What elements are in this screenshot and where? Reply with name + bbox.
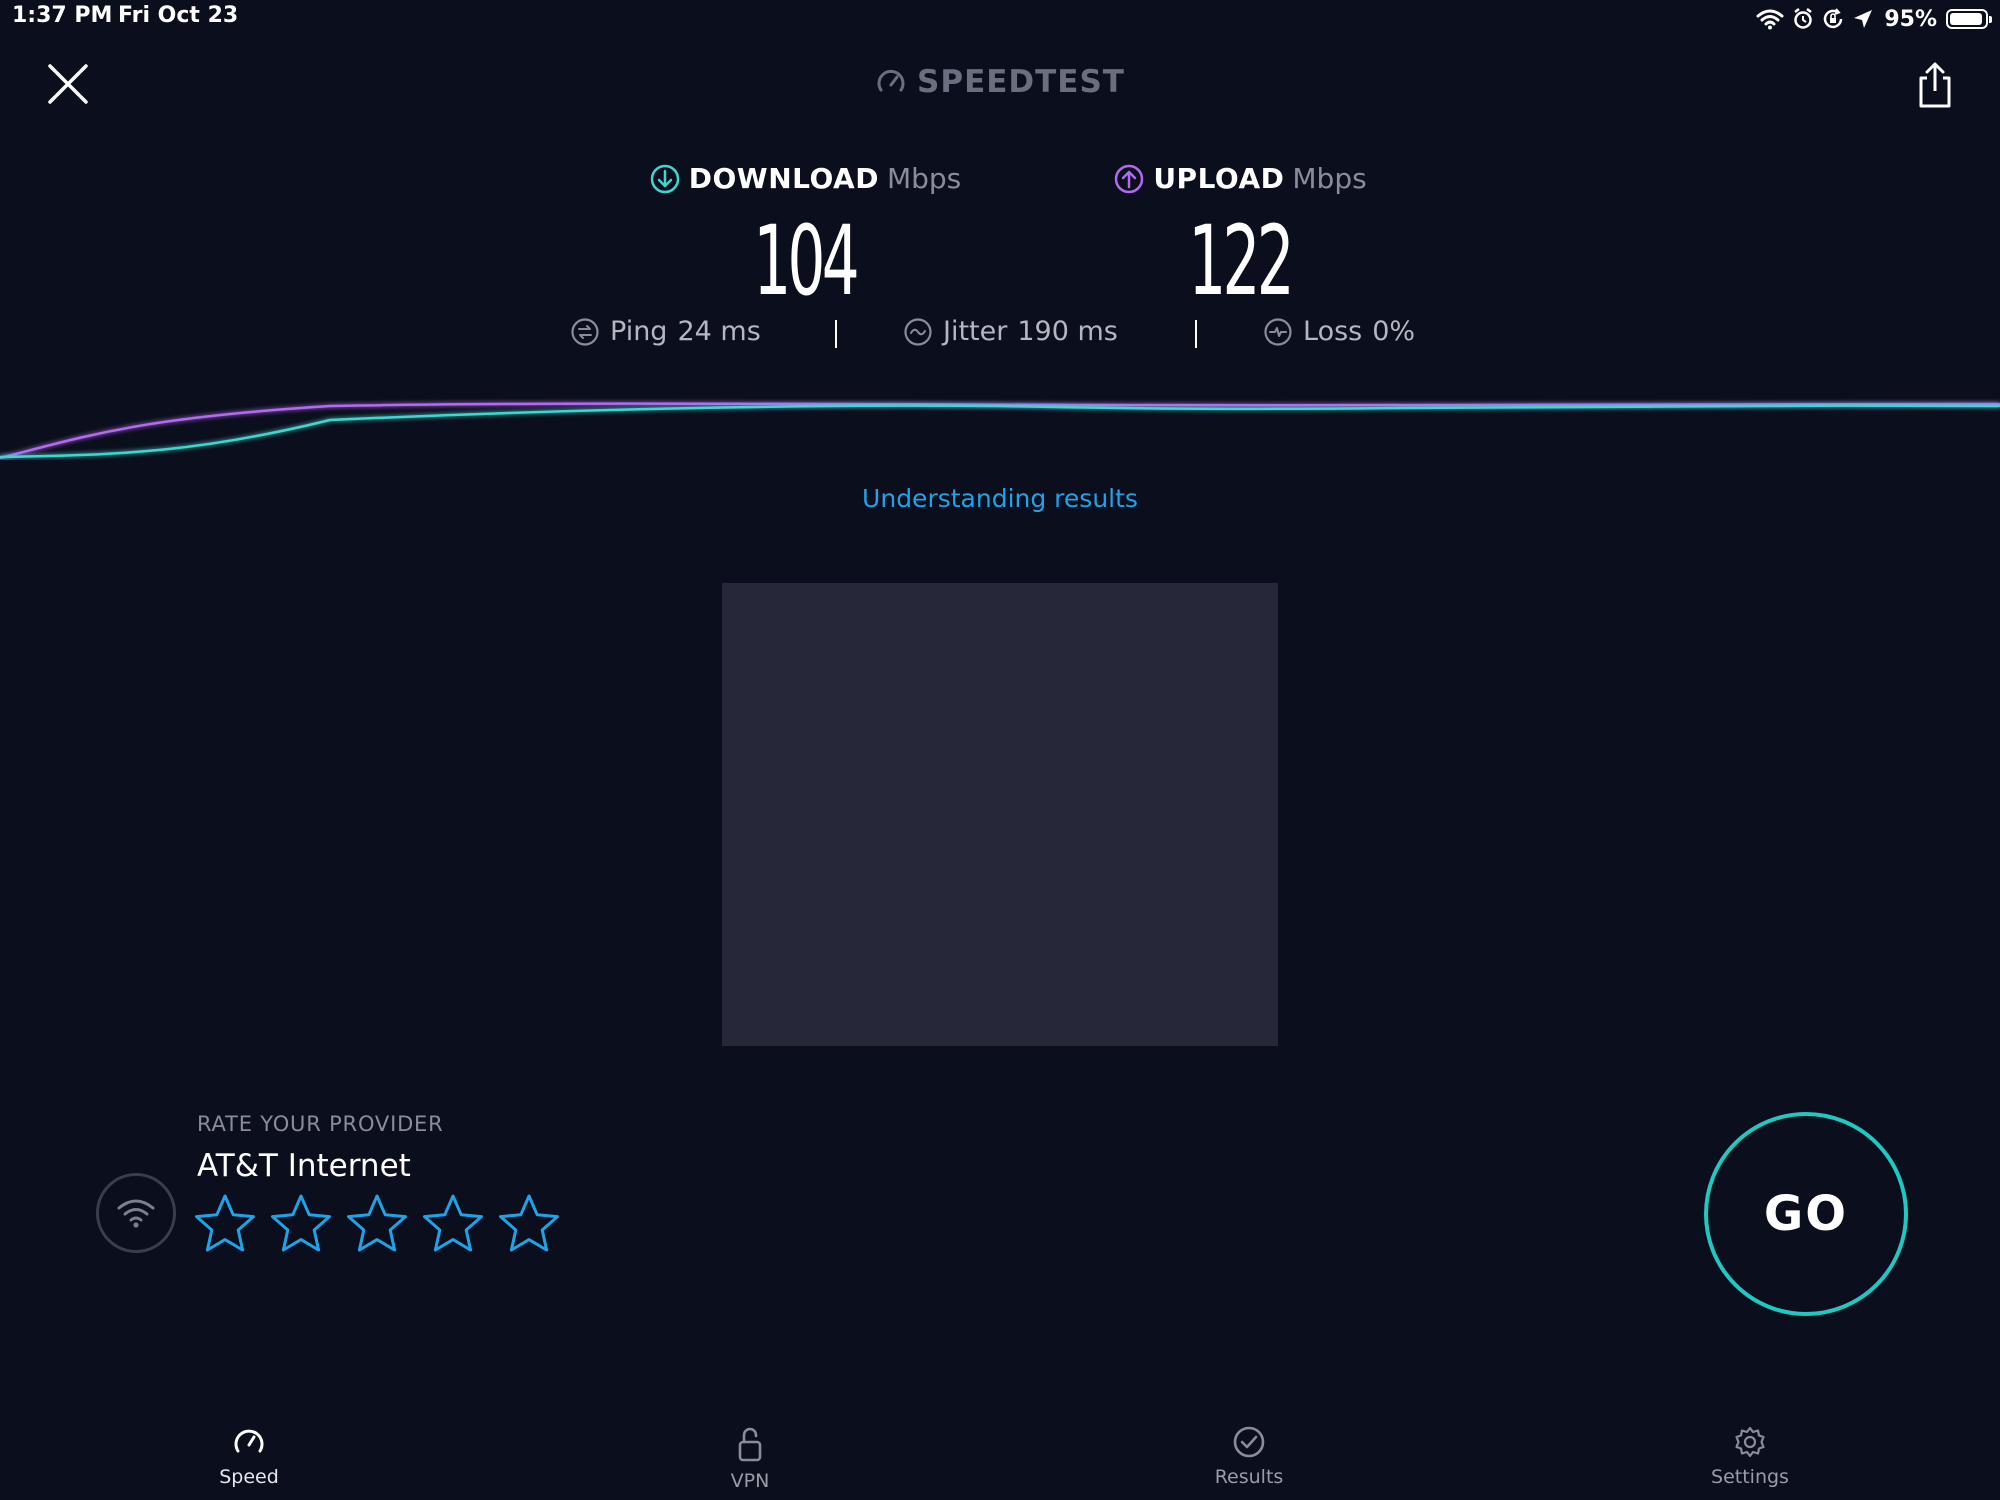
provider-name: AT&T Internet — [197, 1148, 411, 1184]
understanding-results-link[interactable]: Understanding results — [0, 484, 2000, 513]
checkmark-circle-icon — [1233, 1426, 1265, 1458]
unlock-icon — [738, 1427, 762, 1462]
ping-icon — [571, 317, 599, 346]
star-icon[interactable] — [345, 1192, 409, 1256]
star-icon[interactable] — [421, 1192, 485, 1256]
loss-value: 0% — [1372, 316, 1416, 347]
star-icon[interactable] — [497, 1192, 561, 1256]
speedometer-icon — [877, 69, 905, 92]
upload-metric: UPLOAD Mbps 122 — [1075, 162, 1405, 309]
ad-placeholder — [722, 583, 1278, 1046]
share-button[interactable] — [1912, 60, 1958, 110]
tab-label: VPN — [730, 1470, 770, 1492]
gear-icon — [1735, 1426, 1765, 1458]
upload-label: UPLOAD — [1153, 162, 1285, 195]
download-graph-line — [0, 404, 2000, 459]
go-button[interactable]: GO — [1704, 1112, 1908, 1316]
battery-nub — [1989, 16, 1992, 23]
tab-speed[interactable]: Speed — [149, 1424, 349, 1488]
status-icons: 95% — [1756, 2, 1992, 36]
loss-label: Loss — [1303, 316, 1363, 347]
alarm-icon — [1793, 8, 1813, 30]
tab-label: Results — [1214, 1466, 1284, 1488]
battery-fill — [1950, 13, 1983, 25]
status-bar: 1:37 PM Fri Oct 23 95% — [0, 0, 2000, 40]
upload-value: 122 — [1188, 205, 1295, 317]
jitter-value: 190 ms — [1017, 316, 1118, 347]
tab-bar: Speed VPN Results Settings — [0, 1410, 2000, 1500]
status-time: 1:37 PM — [12, 3, 113, 28]
star-icon[interactable] — [269, 1192, 333, 1256]
upload-unit: Mbps — [1292, 162, 1367, 195]
tab-label: Settings — [1711, 1466, 1789, 1488]
download-metric: DOWNLOAD Mbps 104 — [640, 162, 970, 309]
download-arrow-icon — [650, 164, 680, 193]
wifi-icon — [1756, 8, 1784, 30]
location-icon — [1853, 9, 1873, 29]
loss-stat: Loss 0% — [1263, 316, 1415, 347]
upload-graph-line — [0, 402, 2000, 460]
upload-arrow-icon — [1115, 164, 1144, 193]
tab-label: Speed — [219, 1466, 279, 1488]
stat-divider — [835, 320, 837, 348]
battery-icon — [1946, 9, 1992, 29]
provider-wifi-badge — [96, 1173, 176, 1253]
rating-stars — [193, 1192, 561, 1256]
download-unit: Mbps — [886, 162, 962, 195]
tab-results[interactable]: Results — [1149, 1424, 1349, 1488]
ping-label: Ping — [610, 316, 668, 347]
stat-divider — [1195, 320, 1197, 348]
jitter-stat: Jitter 190 ms — [903, 316, 1118, 347]
app-title-text: SPEEDTEST — [917, 64, 1125, 100]
status-date: Fri Oct 23 — [118, 3, 239, 28]
app-title: SPEEDTEST — [0, 64, 2000, 100]
speedometer-icon — [234, 1429, 264, 1453]
tab-settings[interactable]: Settings — [1650, 1424, 1850, 1488]
speed-graph — [0, 402, 2000, 460]
jitter-icon — [904, 317, 932, 346]
download-value: 104 — [753, 205, 860, 317]
ping-value: 24 ms — [677, 316, 761, 347]
battery-percent: 95% — [1884, 6, 1937, 32]
download-header: DOWNLOAD Mbps — [649, 162, 961, 195]
rate-provider-label: RATE YOUR PROVIDER — [197, 1112, 444, 1136]
tab-vpn[interactable]: VPN — [650, 1424, 850, 1492]
ping-stat: Ping 24 ms — [570, 316, 761, 347]
share-icon — [1919, 62, 1951, 108]
wifi-icon — [117, 1199, 155, 1228]
orientation-lock-icon — [1822, 8, 1844, 30]
jitter-label: Jitter — [943, 316, 1008, 347]
loss-icon — [1264, 317, 1292, 346]
star-icon[interactable] — [193, 1192, 257, 1256]
download-label: DOWNLOAD — [688, 162, 879, 195]
upload-header: UPLOAD Mbps — [1113, 162, 1367, 195]
go-label: GO — [1763, 1186, 1849, 1242]
